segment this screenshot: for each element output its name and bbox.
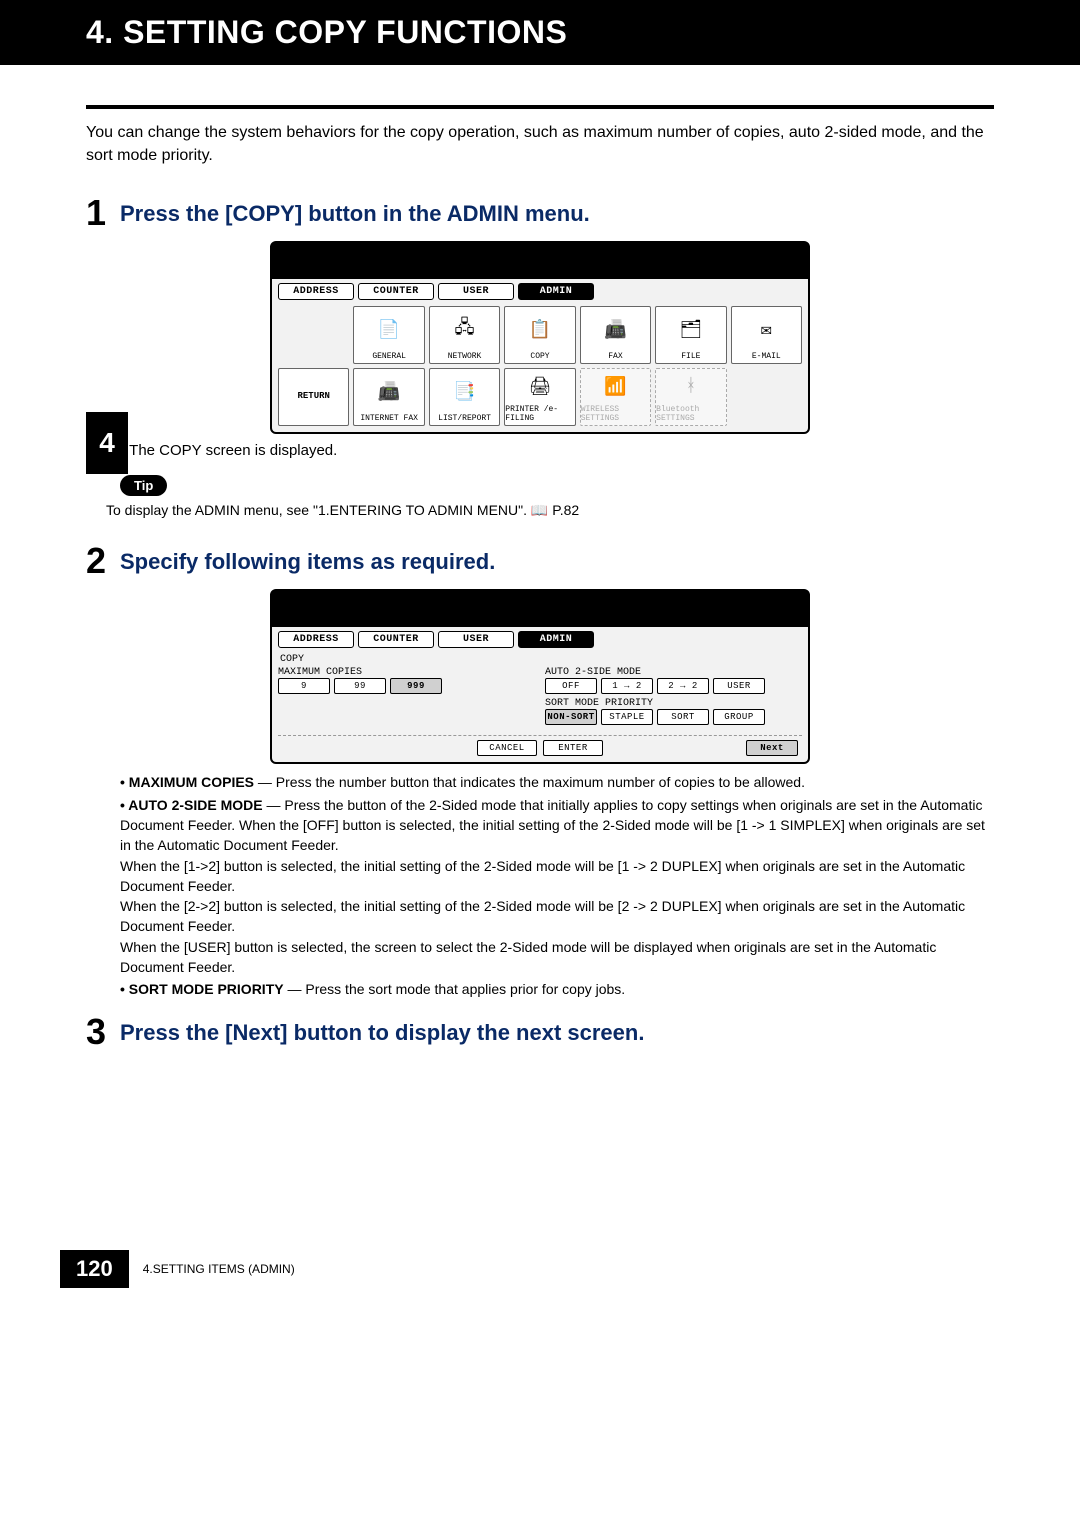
tab-address[interactable]: ADDRESS	[278, 631, 354, 648]
tip-prefix: To display the ADMIN menu, see "1.ENTERI…	[106, 502, 531, 518]
desc-sort-label: SORT MODE PRIORITY	[129, 981, 284, 997]
fax-button[interactable]: 📠FAX	[580, 306, 651, 364]
divider	[86, 105, 994, 109]
auto-2side-label: AUTO 2-SIDE MODE	[545, 667, 802, 678]
page-footer: 120 4.SETTING ITEMS (ADMIN)	[0, 1250, 1080, 1288]
tab-admin[interactable]: ADMIN	[518, 283, 594, 300]
tip-text: To display the ADMIN menu, see "1.ENTERI…	[106, 502, 994, 519]
step-3: 3 Press the [Next] button to display the…	[86, 1014, 994, 1050]
tab-counter[interactable]: COUNTER	[358, 283, 434, 300]
sort-nonsort[interactable]: NON-SORT	[545, 709, 597, 725]
tab-admin[interactable]: ADMIN	[518, 631, 594, 648]
desc-sort-text: — Press the sort mode that applies prior…	[284, 981, 626, 997]
empty-cell	[278, 306, 349, 364]
copy-icon: 📋	[529, 307, 551, 352]
step-3-number: 3	[86, 1014, 110, 1050]
panel-blackbar	[272, 243, 808, 279]
sort-group[interactable]: GROUP	[713, 709, 765, 725]
file-label: FILE	[681, 352, 700, 361]
tab-user[interactable]: USER	[438, 283, 514, 300]
internet-fax-icon: 📠	[378, 369, 400, 414]
step-2-title: Specify following items as required.	[120, 543, 495, 579]
email-button[interactable]: ✉E-MAIL	[731, 306, 802, 364]
step-2-descriptions: MAXIMUM COPIES — Press the number button…	[120, 772, 994, 999]
wireless-icon: 📶	[604, 369, 626, 405]
bluetooth-label: Bluetooth SETTINGS	[656, 405, 725, 423]
bluetooth-icon: ᚼ	[685, 369, 696, 405]
intro-text: You can change the system behaviors for …	[86, 121, 994, 167]
wireless-label: WIRELESS SETTINGS	[581, 405, 650, 423]
max-copies-999[interactable]: 999	[390, 678, 442, 694]
list-report-button[interactable]: 📑LIST/REPORT	[429, 368, 500, 426]
sort-staple[interactable]: STAPLE	[601, 709, 653, 725]
panel-blackbar	[272, 591, 808, 627]
desc-max-text: — Press the number button that indicates…	[254, 774, 805, 790]
step-1: 1 Press the [COPY] button in the ADMIN m…	[86, 195, 994, 231]
enter-button[interactable]: ENTER	[543, 740, 603, 756]
wireless-settings-button: 📶WIRELESS SETTINGS	[580, 368, 651, 426]
fax-label: FAX	[608, 352, 622, 361]
step-1-note: The COPY screen is displayed.	[120, 442, 994, 459]
network-button[interactable]: 🖧NETWORK	[429, 306, 500, 364]
return-label: RETURN	[298, 391, 330, 401]
max-copies-99[interactable]: 99	[334, 678, 386, 694]
maximum-copies-label: MAXIMUM COPIES	[278, 667, 535, 678]
chapter-tab: 4	[86, 412, 128, 474]
printer-efiling-button[interactable]: 🖨PRINTER /e-FILING	[504, 368, 575, 426]
auto-2-2[interactable]: 2 → 2	[657, 678, 709, 694]
cancel-button[interactable]: CANCEL	[477, 740, 537, 756]
tip-pageref: P.82	[552, 502, 579, 518]
next-button[interactable]: Next	[746, 740, 798, 756]
screen-subtitle: COPY	[280, 654, 802, 665]
max-copies-9[interactable]: 9	[278, 678, 330, 694]
general-button[interactable]: 📄GENERAL	[353, 306, 424, 364]
auto-user[interactable]: USER	[713, 678, 765, 694]
copy-settings-screenshot: ADDRESS COUNTER USER ADMIN COPY MAXIMUM …	[270, 589, 810, 764]
network-label: NETWORK	[448, 352, 482, 361]
file-button[interactable]: 🗂FILE	[655, 306, 726, 364]
tip-badge: Tip	[120, 475, 167, 496]
internet-fax-label: INTERNET FAX	[360, 414, 418, 423]
step-1-title: Press the [COPY] button in the ADMIN men…	[120, 195, 590, 231]
desc-auto-text: — Press the button of the 2-Sided mode t…	[120, 797, 985, 975]
step-2-number: 2	[86, 543, 110, 579]
bluetooth-settings-button: ᚼBluetooth SETTINGS	[655, 368, 726, 426]
email-icon: ✉	[761, 307, 772, 352]
network-icon: 🖧	[455, 307, 475, 352]
admin-menu-screenshot: ADDRESS COUNTER USER ADMIN 📄GENERAL 🖧NET…	[270, 241, 810, 434]
email-label: E-MAIL	[752, 352, 781, 361]
desc-max-label: MAXIMUM COPIES	[129, 774, 254, 790]
list-report-label: LIST/REPORT	[438, 414, 491, 423]
empty-cell	[731, 368, 802, 426]
list-report-icon: 📑	[453, 369, 475, 414]
auto-1-2[interactable]: 1 → 2	[601, 678, 653, 694]
sort-sort[interactable]: SORT	[657, 709, 709, 725]
footer-label: 4.SETTING ITEMS (ADMIN)	[143, 1262, 295, 1276]
general-icon: 📄	[378, 307, 400, 352]
step-1-number: 1	[86, 195, 110, 231]
sort-mode-label: SORT MODE PRIORITY	[545, 698, 802, 709]
tab-counter[interactable]: COUNTER	[358, 631, 434, 648]
return-button[interactable]: RETURN	[278, 368, 349, 426]
auto-off[interactable]: OFF	[545, 678, 597, 694]
tab-address[interactable]: ADDRESS	[278, 283, 354, 300]
copy-label: COPY	[530, 352, 549, 361]
step-2: 2 Specify following items as required.	[86, 543, 994, 579]
tab-user[interactable]: USER	[438, 631, 514, 648]
page-title: 4. SETTING COPY FUNCTIONS	[0, 0, 1080, 65]
file-icon: 🗂	[679, 307, 702, 352]
desc-auto-label: AUTO 2-SIDE MODE	[128, 797, 262, 813]
printer-efiling-label: PRINTER /e-FILING	[505, 405, 574, 423]
copy-button[interactable]: 📋COPY	[504, 306, 575, 364]
step-3-title: Press the [Next] button to display the n…	[120, 1014, 644, 1050]
fax-icon: 📠	[604, 307, 626, 352]
book-icon: 📖	[531, 502, 552, 518]
printer-icon: 🖨	[529, 369, 552, 405]
internet-fax-button[interactable]: 📠INTERNET FAX	[353, 368, 424, 426]
page-number: 120	[60, 1250, 129, 1288]
general-label: GENERAL	[372, 352, 406, 361]
